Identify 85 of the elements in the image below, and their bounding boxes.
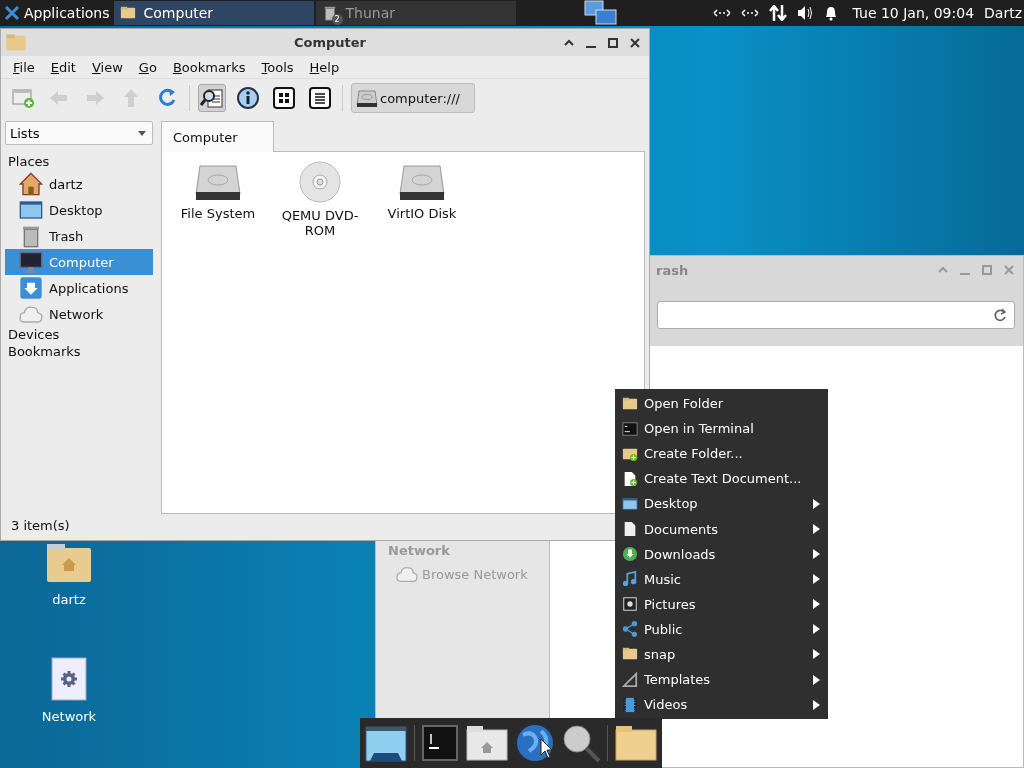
menu-item[interactable]: Open Folder — [615, 391, 828, 417]
menu-item[interactable]: Desktop — [615, 491, 828, 517]
download-icon — [622, 546, 638, 563]
workspace-switcher-icon[interactable] — [583, 0, 618, 26]
status-bar-text: 3 item(s) — [11, 518, 70, 533]
new-document-icon — [622, 470, 638, 487]
tab[interactable]: Computer — [161, 121, 274, 152]
share-icon — [622, 621, 638, 638]
location-field[interactable] — [657, 301, 1015, 329]
side-pane-dropdown[interactable]: Lists — [5, 121, 153, 145]
menu-item[interactable]: Music — [615, 566, 828, 592]
sidebar-heading[interactable]: Bookmarks — [5, 344, 153, 361]
location-button[interactable]: computer:/// — [351, 83, 475, 113]
desktop-icon-label[interactable]: dartz — [52, 592, 86, 607]
sidebar-item[interactable]: Network — [5, 301, 153, 327]
magnifier-document-button[interactable] — [198, 84, 226, 112]
file-label[interactable]: QEMU DVD-ROM — [274, 208, 366, 238]
sidebar-heading[interactable]: Devices — [5, 327, 153, 344]
sidebar-item[interactable]: Desktop — [5, 197, 153, 223]
menu-item[interactable]: Help — [301, 59, 348, 75]
volume-icon[interactable] — [796, 5, 813, 21]
film-icon — [622, 696, 638, 713]
menu-item[interactable]: Documents — [615, 516, 828, 542]
reload-icon[interactable] — [992, 308, 1008, 322]
menu-item[interactable]: View — [83, 59, 131, 75]
magnifier-document-icon — [200, 86, 224, 110]
settings-launcher-icon[interactable] — [51, 657, 87, 701]
xfce-logo-icon — [4, 5, 20, 21]
menu-item[interactable]: Bookmarks — [164, 59, 254, 75]
window-title: rash — [655, 262, 690, 278]
sidebar-item[interactable]: Trash — [5, 223, 153, 249]
document-icon — [622, 521, 638, 537]
desktop-icon — [19, 198, 43, 222]
menu-item[interactable]: Downloads — [615, 541, 828, 567]
applications-menu-button[interactable]: Applications — [0, 0, 114, 26]
menu-item[interactable]: Open in Terminal — [615, 416, 828, 442]
network-connection-icon[interactable] — [712, 7, 731, 19]
menu-item[interactable]: snap — [615, 641, 828, 668]
music-note-icon — [622, 571, 638, 588]
drive-icon — [356, 87, 378, 109]
folder-icon — [119, 5, 136, 21]
dropdown-caret-icon — [138, 130, 146, 136]
menu-item[interactable]: Templates — [615, 667, 828, 693]
menu-item[interactable]: Pictures — [615, 591, 828, 617]
folder-icon — [622, 395, 638, 412]
sidebar-item[interactable]: dartz — [5, 171, 153, 197]
transfer-arrows-icon[interactable] — [768, 5, 787, 21]
magnifier-icon[interactable] — [561, 723, 601, 763]
network-connection-icon[interactable] — [740, 7, 759, 19]
sidebar-heading: Network — [387, 543, 451, 560]
list-view-icon — [308, 86, 332, 110]
window-title: Computer — [293, 35, 367, 50]
sidebar-heading: Places — [7, 153, 51, 171]
menu-item[interactable]: Create Folder... — [615, 441, 828, 467]
monitor-icon — [19, 250, 43, 274]
menu-item[interactable]: Create Text Document... — [615, 466, 828, 492]
info-icon — [236, 86, 260, 110]
menu-item[interactable]: Public — [615, 616, 828, 642]
grid-view-icon — [272, 86, 296, 110]
taskbar-button[interactable]: Computer — [113, 1, 314, 25]
menu-item[interactable]: Edit — [42, 59, 84, 75]
mouse-pointer-icon — [540, 738, 553, 759]
menu-item[interactable]: Tools — [253, 59, 302, 75]
terminal-icon[interactable] — [421, 724, 459, 762]
sidebar-item[interactable]: Applications — [5, 275, 153, 301]
home-icon — [19, 172, 43, 196]
maximize-icon[interactable] — [607, 36, 619, 49]
grid-view-button[interactable] — [270, 84, 298, 112]
clock-text[interactable]: Tue 10 Jan, 09:04 — [852, 5, 975, 21]
menu-item[interactable]: File — [5, 59, 43, 75]
list-view-button[interactable] — [306, 84, 334, 112]
close-icon[interactable] — [629, 36, 641, 49]
info-button[interactable] — [234, 84, 262, 112]
user-name[interactable]: Dartz — [984, 5, 1022, 21]
window-count-badge: 2 — [331, 14, 343, 25]
desktop-icon-label[interactable]: Network — [41, 709, 97, 724]
new-window-icon — [11, 86, 35, 110]
menu-item[interactable]: Videos — [615, 692, 828, 718]
menu-item[interactable]: Go — [130, 59, 165, 75]
file-label[interactable]: VirtIO Disk — [387, 206, 457, 221]
picture-icon — [622, 596, 638, 613]
taskbar-button[interactable]: 2 Thunar — [315, 1, 516, 25]
file-label[interactable]: File System — [180, 206, 256, 221]
desktop-icon — [622, 495, 638, 512]
terminal-icon — [622, 420, 638, 437]
